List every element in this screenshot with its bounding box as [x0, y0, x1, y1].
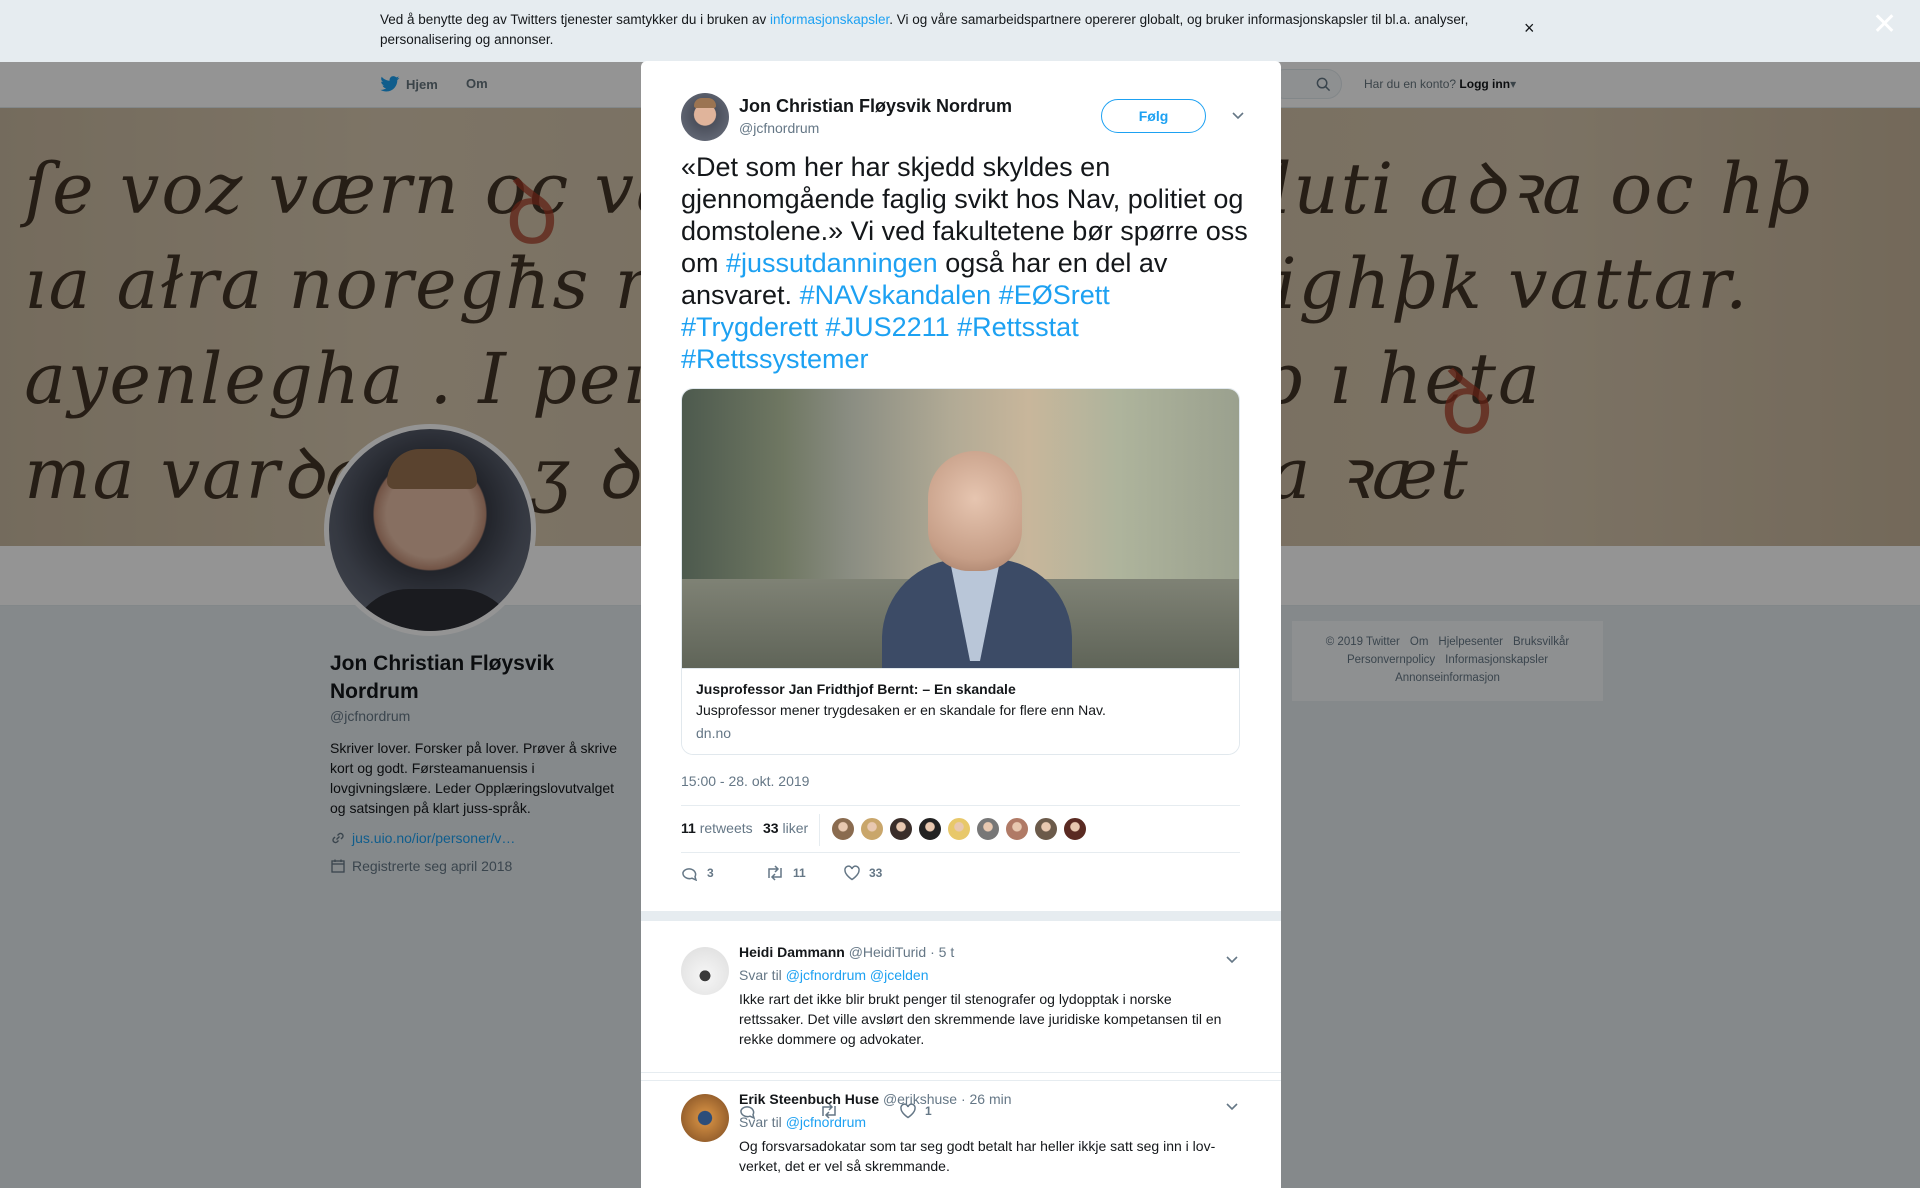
liker-avatar[interactable]: [1005, 817, 1029, 841]
card-info: Jusprofessor Jan Fridthjof Bernt: – En s…: [682, 668, 1239, 754]
author-avatar[interactable]: [681, 93, 729, 141]
reply-author-handle[interactable]: @erikshuse: [883, 1091, 957, 1107]
tweet-timestamp[interactable]: 15:00 - 28. okt. 2019: [681, 773, 809, 789]
liker-avatar[interactable]: [1034, 817, 1058, 841]
cookie-banner: Ved å benytte deg av Twitters tjenester …: [0, 0, 1920, 62]
reply-time[interactable]: · 26 min: [961, 1091, 1012, 1107]
liker-avatar[interactable]: [889, 817, 913, 841]
reply-text: Og forsvarsadokatar som tar seg godt bet…: [739, 1138, 1216, 1174]
card-title: Jusprofessor Jan Fridthjof Bernt: – En s…: [696, 681, 1016, 697]
reply-body: Erik Steenbuch Huse @erikshuse · 26 min …: [739, 1090, 1239, 1176]
liker-avatar[interactable]: [947, 817, 971, 841]
retweet-button[interactable]: 11: [765, 865, 806, 881]
tweet-menu-chevron-icon[interactable]: [1231, 107, 1245, 125]
author-name[interactable]: Jon Christian Fløysvik Nordrum: [739, 96, 1012, 117]
cookie-text: Ved å benytte deg av Twitters tjenester …: [380, 12, 1469, 47]
like-button[interactable]: 33: [843, 865, 882, 881]
reply-button[interactable]: 3: [681, 865, 714, 881]
reply-author-name[interactable]: Heidi Dammann: [739, 944, 845, 960]
tweet-stats: 11 retweets 33 liker: [681, 805, 1240, 853]
reply-text: Ikke rart det ikke blir brukt penger til…: [739, 991, 1222, 1047]
tweet-header: Jon Christian Fløysvik Nordrum @jcfnordr…: [681, 93, 1244, 145]
author-handle[interactable]: @jcfnordrum: [739, 120, 819, 136]
tweet-text: «Det som her har skjedd skyldes en gjenn…: [681, 152, 1248, 374]
retweets-stat[interactable]: 11 retweets: [681, 820, 753, 836]
liker-avatar[interactable]: [976, 817, 1000, 841]
reply-item[interactable]: Erik Steenbuch Huse @erikshuse · 26 min …: [641, 1072, 1281, 1188]
close-modal-button[interactable]: ✕: [1872, 10, 1897, 40]
liker-avatars: [831, 817, 1087, 841]
retweet-icon: [768, 865, 782, 881]
reply-author-name[interactable]: Erik Steenbuch Huse: [739, 1091, 879, 1107]
link-preview-card[interactable]: Jusprofessor Jan Fridthjof Bernt: – En s…: [681, 388, 1240, 755]
card-description: Jusprofessor mener trygdesaken er en ska…: [696, 702, 1106, 718]
liker-avatar[interactable]: [1063, 817, 1087, 841]
tweet-actions: 3 11 33: [681, 865, 1241, 895]
tweet-modal: Jon Christian Fløysvik Nordrum @jcfnordr…: [641, 61, 1281, 1188]
liker-avatar[interactable]: [831, 817, 855, 841]
reply-icon: [682, 868, 698, 881]
reply-mentions[interactable]: @jcfnordrum: [786, 1114, 866, 1130]
follow-button[interactable]: Følg: [1101, 99, 1206, 133]
reply-avatar[interactable]: [681, 1094, 729, 1142]
liker-avatar[interactable]: [918, 817, 942, 841]
reply-menu-chevron-icon[interactable]: [1225, 1098, 1239, 1116]
reply-time[interactable]: · 5 t: [930, 944, 954, 960]
hashtag-link[interactable]: #jussutdanningen: [726, 248, 938, 278]
cookie-info-link[interactable]: informasjonskapsler: [770, 12, 889, 27]
card-domain: dn.no: [696, 725, 732, 741]
liker-avatar[interactable]: [860, 817, 884, 841]
card-image: [682, 389, 1239, 668]
reply-body: Heidi Dammann @HeidiTurid · 5 t Svar til…: [739, 943, 1239, 1049]
heart-icon: [844, 865, 860, 881]
reply-mentions[interactable]: @jcfnordrum @jcelden: [786, 967, 929, 983]
reply-menu-chevron-icon[interactable]: [1225, 951, 1239, 969]
reply-avatar[interactable]: [681, 947, 729, 995]
reply-item[interactable]: Heidi Dammann @HeidiTurid · 5 t Svar til…: [641, 921, 1281, 1119]
reply-author-handle[interactable]: @HeidiTurid: [849, 944, 927, 960]
close-cookie-banner-button[interactable]: ×: [1524, 18, 1535, 39]
likes-stat[interactable]: 33 liker: [763, 820, 808, 836]
replies-divider: [641, 911, 1281, 921]
